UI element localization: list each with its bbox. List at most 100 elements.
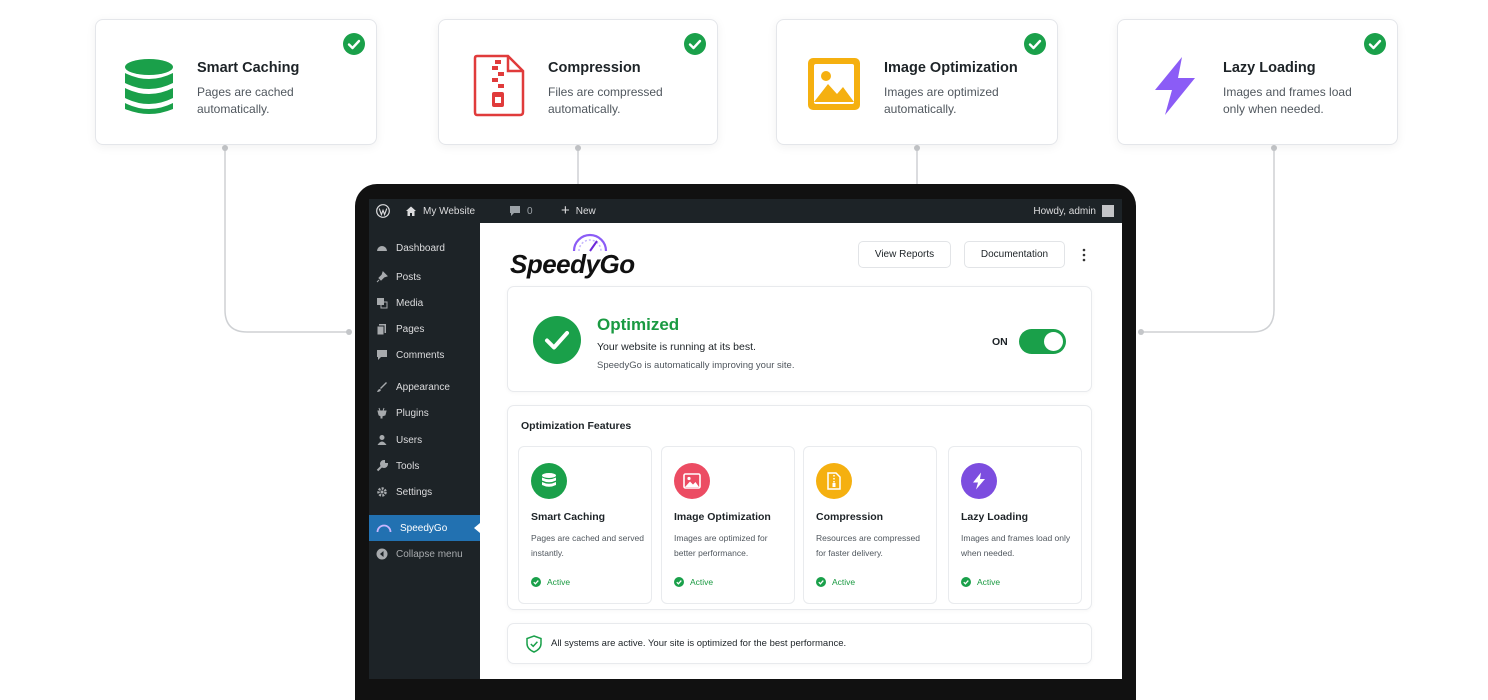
stage: Smart Caching Pages are cached automatic… — [0, 0, 1488, 700]
shield-check-icon — [526, 635, 542, 658]
brush-icon — [376, 381, 388, 393]
pages-icon — [376, 323, 388, 335]
sidebar-item-label: Appearance — [396, 381, 450, 393]
sidebar-item-label: Users — [396, 434, 423, 446]
comment-icon — [510, 206, 520, 216]
media-icon — [376, 297, 388, 309]
feature-desc: Images are optimized automatically. — [884, 85, 999, 116]
database-icon — [120, 54, 178, 118]
features-panel: Optimization Features Smart Caching Page… — [507, 405, 1092, 610]
status-label: Active — [547, 577, 571, 587]
site-name-link[interactable]: My Website — [405, 199, 475, 223]
sidebar-item-label: Dashboard — [396, 242, 445, 254]
feature-card-image-optimization: Image Optimization Images are optimized … — [661, 446, 795, 604]
sidebar-item-label: Pages — [396, 323, 425, 335]
sidebar-item-label: Media — [396, 297, 424, 309]
sidebar-item-label: Comments — [396, 349, 445, 361]
footer-note: All systems are active. Your site is opt… — [551, 638, 847, 649]
feature-card-desc: Images are optimized for better performa… — [674, 533, 768, 558]
status-panel: Optimized Your website is running at its… — [507, 286, 1092, 392]
image-icon — [806, 56, 864, 120]
sidebar-item-plugins[interactable]: Plugins — [369, 400, 480, 426]
site-name: My Website — [423, 205, 476, 217]
sidebar-item-dashboard[interactable]: Dashboard — [369, 235, 480, 261]
feature-card-title: Lazy Loading — [961, 511, 1029, 523]
new-link[interactable]: + New — [561, 199, 596, 223]
feature-card-desc: Images and frames load only when needed. — [961, 533, 1071, 558]
documentation-button[interactable]: Documentation — [964, 241, 1065, 268]
optimization-toggle[interactable] — [1019, 329, 1066, 354]
speedometer-icon — [376, 522, 392, 534]
new-label: New — [575, 205, 596, 217]
feature-card-compression: Compression Files are compressed automat… — [438, 19, 718, 145]
feature-card-desc: Pages are cached and served instantly. — [531, 533, 644, 558]
image-icon — [674, 463, 710, 499]
status-label: Active — [977, 577, 1001, 587]
user-icon — [376, 434, 388, 446]
feature-card-desc: Resources are compressed for faster deli… — [816, 533, 920, 558]
more-options-icon[interactable] — [1078, 245, 1090, 265]
feature-card-title: Smart Caching — [531, 511, 606, 523]
sidebar-item-media[interactable]: Media — [369, 290, 480, 316]
sidebar-item-label: SpeedyGo — [400, 522, 448, 534]
sidebar-item-label: Posts — [396, 271, 422, 283]
feature-title: Lazy Loading — [1223, 60, 1316, 76]
feature-desc: Pages are cached automatically. — [197, 85, 294, 116]
wp-admin-screen: My Website 0 + New Howdy, admin Dashboar… — [369, 199, 1122, 679]
sidebar-item-label: Tools — [396, 460, 420, 472]
account-menu[interactable]: Howdy, admin — [1033, 199, 1114, 223]
feature-card-compression: Compression Resources are compressed for… — [803, 446, 937, 604]
sidebar-item-pages[interactable]: Pages — [369, 316, 480, 342]
check-circle-icon — [533, 316, 581, 364]
view-reports-button[interactable]: View Reports — [858, 241, 951, 268]
feature-title: Smart Caching — [197, 60, 300, 76]
feature-desc: Images and frames load only when needed. — [1223, 85, 1352, 116]
feature-card-title: Compression — [816, 511, 884, 523]
status-active: Active — [674, 577, 713, 587]
features-heading: Optimization Features — [521, 420, 632, 432]
sidebar-item-collapse-menu[interactable]: Collapse menu — [369, 541, 480, 567]
collapse-icon — [376, 548, 388, 560]
toggle-knob — [1044, 332, 1063, 351]
status-active: Active — [531, 577, 570, 587]
sidebar-item-appearance[interactable]: Appearance — [369, 374, 480, 400]
comment-icon — [376, 349, 388, 361]
database-icon — [531, 463, 567, 499]
check-circle-icon — [961, 577, 971, 587]
greeting: Howdy, admin — [1033, 205, 1096, 217]
check-icon — [1364, 33, 1386, 55]
admin-sidebar: Dashboard Posts Media Pages Comments App… — [369, 223, 480, 679]
status-line2: SpeedyGo is automatically improving your… — [597, 360, 795, 371]
comments-link[interactable]: 0 — [509, 199, 533, 223]
dashboard-icon — [376, 242, 388, 254]
footer-note-panel: All systems are active. Your site is opt… — [507, 623, 1092, 664]
check-circle-icon — [674, 577, 684, 587]
feature-title: Compression — [548, 60, 641, 76]
sidebar-item-tools[interactable]: Tools — [369, 453, 480, 479]
check-circle-icon — [531, 577, 541, 587]
admin-bar: My Website 0 + New Howdy, admin — [369, 199, 1122, 223]
sidebar-item-settings[interactable]: Settings — [369, 479, 480, 505]
check-icon — [343, 33, 365, 55]
sidebar-item-posts[interactable]: Posts — [369, 264, 480, 290]
home-icon — [406, 206, 416, 216]
status-active: Active — [816, 577, 855, 587]
sidebar-item-speedygo[interactable]: SpeedyGo — [369, 515, 480, 541]
sidebar-item-comments[interactable]: Comments — [369, 342, 480, 368]
main-content: SpeedyGo View Reports Documentation Opti… — [480, 223, 1122, 679]
sidebar-item-label: Plugins — [396, 407, 429, 419]
wrench-icon — [376, 460, 388, 472]
sidebar-item-users[interactable]: Users — [369, 427, 480, 453]
gear-icon — [376, 486, 388, 498]
toggle-label: ON — [992, 336, 1008, 348]
plus-icon: + — [561, 202, 570, 219]
feature-card-title: Image Optimization — [674, 511, 771, 523]
lightning-icon — [961, 463, 997, 499]
feature-title: Image Optimization — [884, 60, 1018, 76]
lightning-icon — [1152, 56, 1210, 120]
comment-count: 0 — [527, 205, 533, 217]
sidebar-item-label: Collapse menu — [396, 548, 463, 560]
feature-card-image-optimization: Image Optimization Images are optimized … — [776, 19, 1058, 145]
wordpress-logo-icon[interactable] — [376, 199, 390, 223]
feature-card-lazy-loading: Lazy Loading Images and frames load only… — [948, 446, 1082, 604]
